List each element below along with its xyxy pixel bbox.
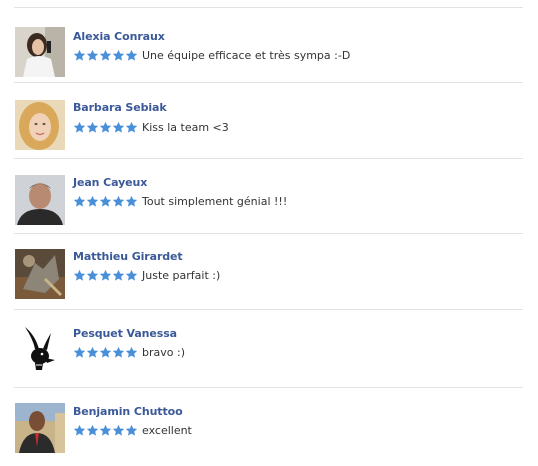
star-icon xyxy=(125,49,138,61)
reviewer-name[interactable]: Matthieu Girardet xyxy=(73,250,183,263)
bunny-logo-avatar[interactable] xyxy=(15,325,65,375)
man-suit-avatar[interactable] xyxy=(15,403,65,453)
avatar-photo xyxy=(15,249,65,299)
reviewer-name[interactable]: Jean Cayeux xyxy=(73,176,147,189)
star-icon xyxy=(73,49,86,61)
star-icon xyxy=(112,269,125,281)
star-icon xyxy=(73,269,86,281)
reviewer-name[interactable]: Alexia Conraux xyxy=(73,30,165,43)
blonde-woman-avatar[interactable] xyxy=(15,100,65,150)
star-icon xyxy=(99,195,112,207)
star-icon xyxy=(99,346,112,358)
divider xyxy=(14,309,523,310)
reviewer-name[interactable]: Barbara Sebiak xyxy=(73,101,167,114)
review-comment: excellent xyxy=(142,423,192,437)
star-icon xyxy=(99,424,112,436)
star-icon xyxy=(73,121,86,133)
divider xyxy=(14,387,523,388)
review-line: excellent xyxy=(73,423,192,437)
star-icon xyxy=(86,269,99,281)
star-rating xyxy=(73,346,138,359)
reviewer-name[interactable]: Benjamin Chuttoo xyxy=(73,405,183,418)
avatar-photo xyxy=(15,325,65,375)
star-icon xyxy=(112,121,125,133)
avatar-photo xyxy=(15,175,65,225)
review-comment: Une équipe efficace et très sympa :-D xyxy=(142,48,351,62)
star-icon xyxy=(125,195,138,207)
review-comment: bravo :) xyxy=(142,345,185,359)
avatar-photo xyxy=(15,27,65,77)
divider xyxy=(14,158,523,159)
review-line: Juste parfait :) xyxy=(73,268,220,282)
review-comment: Juste parfait :) xyxy=(142,268,221,282)
reviewer-name[interactable]: Pesquet Vanessa xyxy=(73,327,177,340)
star-icon xyxy=(86,424,99,436)
divider xyxy=(14,82,523,83)
star-icon xyxy=(73,424,86,436)
avatar-photo xyxy=(15,100,65,150)
star-rating xyxy=(73,195,138,208)
star-icon xyxy=(125,269,138,281)
avatar-photo xyxy=(15,403,65,453)
star-rating xyxy=(73,269,138,282)
divider xyxy=(14,233,523,234)
star-icon xyxy=(73,346,86,358)
star-icon xyxy=(125,424,138,436)
star-icon xyxy=(112,49,125,61)
star-icon xyxy=(86,121,99,133)
star-icon xyxy=(112,346,125,358)
star-icon xyxy=(99,269,112,281)
star-icon xyxy=(112,424,125,436)
game-art-avatar[interactable] xyxy=(15,249,65,299)
review-line: Kiss la team <3 xyxy=(73,120,229,134)
review-line: Tout simplement génial !!! xyxy=(73,194,287,208)
review-line: Une équipe efficace et très sympa :-D xyxy=(73,48,350,62)
review-list: Alexia Conraux Une équipe efficace et tr… xyxy=(0,0,538,466)
star-rating xyxy=(73,121,138,134)
star-icon xyxy=(86,49,99,61)
star-icon xyxy=(86,346,99,358)
star-rating xyxy=(73,424,138,437)
star-icon xyxy=(99,121,112,133)
star-rating xyxy=(73,49,138,62)
star-icon xyxy=(112,195,125,207)
review-comment: Kiss la team <3 xyxy=(142,120,229,134)
star-icon xyxy=(86,195,99,207)
star-icon xyxy=(125,121,138,133)
woman-phone-avatar[interactable] xyxy=(15,27,65,77)
star-icon xyxy=(73,195,86,207)
star-icon xyxy=(99,49,112,61)
review-comment: Tout simplement génial !!! xyxy=(142,194,288,208)
review-line: bravo :) xyxy=(73,345,185,359)
man-avatar[interactable] xyxy=(15,175,65,225)
star-icon xyxy=(125,346,138,358)
